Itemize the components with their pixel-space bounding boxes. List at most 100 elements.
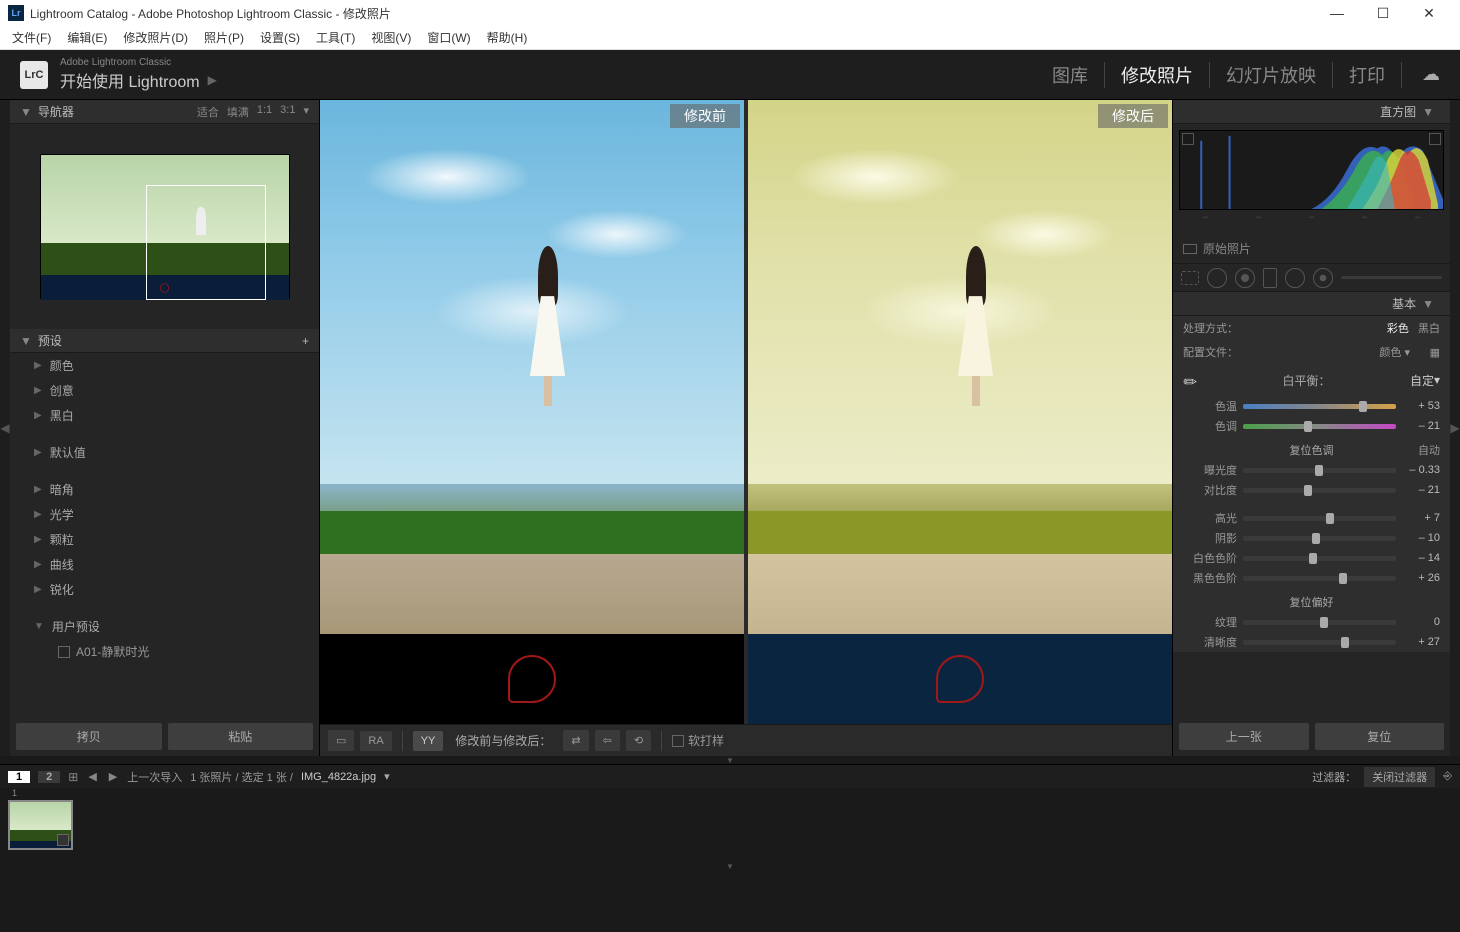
contrast-slider[interactable] bbox=[1243, 488, 1396, 493]
histogram[interactable]: −−−−− bbox=[1173, 124, 1450, 234]
menu-photo[interactable]: 照片(P) bbox=[196, 27, 252, 48]
filename-dropdown-icon[interactable]: ▾ bbox=[384, 770, 390, 783]
left-collapse-handle[interactable]: ◀ bbox=[0, 100, 10, 756]
zoom-1to1[interactable]: 1:1 bbox=[257, 104, 272, 120]
contrast-value[interactable]: – 21 bbox=[1402, 484, 1440, 496]
shadows-value[interactable]: – 10 bbox=[1402, 532, 1440, 544]
tint-slider[interactable] bbox=[1243, 424, 1396, 429]
whites-slider[interactable] bbox=[1243, 556, 1396, 561]
whites-value[interactable]: – 14 bbox=[1402, 552, 1440, 564]
highlights-value[interactable]: + 7 bbox=[1402, 512, 1440, 524]
exposure-slider[interactable] bbox=[1243, 468, 1396, 473]
copy-button[interactable]: 拷贝 bbox=[16, 723, 162, 750]
brush-size-slider[interactable] bbox=[1341, 276, 1442, 279]
gradient-tool-icon[interactable] bbox=[1263, 268, 1277, 288]
cloud-sync-icon[interactable]: ☁ bbox=[1422, 64, 1440, 85]
preset-group-grain[interactable]: ▶颗粒 bbox=[10, 527, 319, 552]
auto-tone-button[interactable]: 自动 bbox=[1418, 442, 1440, 458]
tint-value[interactable]: – 21 bbox=[1402, 420, 1440, 432]
filmstrip[interactable]: 1 bbox=[0, 788, 1460, 862]
redeye-tool-icon[interactable] bbox=[1235, 268, 1255, 288]
highlights-slider[interactable] bbox=[1243, 516, 1396, 521]
menu-develop[interactable]: 修改照片(D) bbox=[115, 27, 196, 48]
exposure-value[interactable]: – 0.33 bbox=[1402, 464, 1440, 476]
filter-dropdown[interactable]: 关闭过滤器 bbox=[1364, 767, 1435, 787]
highlight-clip-icon[interactable] bbox=[1429, 133, 1441, 145]
preset-group-creative[interactable]: ▶创意 bbox=[10, 378, 319, 403]
zoom-fill[interactable]: 填满 bbox=[227, 104, 249, 120]
profile-dropdown[interactable]: 颜色 ▾ bbox=[1238, 344, 1410, 360]
copy-after-button[interactable]: ⟲ bbox=[626, 730, 651, 751]
filmstrip-thumb[interactable]: 1 bbox=[8, 800, 73, 850]
preset-group-color[interactable]: ▶颜色 bbox=[10, 353, 319, 378]
paste-button[interactable]: 粘贴 bbox=[168, 723, 314, 750]
temp-slider[interactable] bbox=[1243, 404, 1396, 409]
texture-value[interactable]: 0 bbox=[1402, 616, 1440, 628]
presets-header[interactable]: ▼ 预设 + bbox=[10, 329, 319, 353]
monitor-2-button[interactable]: 2 bbox=[38, 771, 60, 783]
preset-user-item[interactable]: A01-静默时光 bbox=[10, 639, 319, 664]
navigator-header[interactable]: ▼ 导航器 适合 填满 1:1 3:1 ▾ bbox=[10, 100, 319, 124]
shadow-clip-icon[interactable] bbox=[1182, 133, 1194, 145]
minimize-button[interactable]: — bbox=[1314, 0, 1360, 26]
menu-settings[interactable]: 设置(S) bbox=[252, 27, 308, 48]
preset-group-defaults[interactable]: ▶默认值 bbox=[10, 440, 319, 465]
histogram-header[interactable]: 直方图 ▼ bbox=[1173, 100, 1450, 124]
menu-tools[interactable]: 工具(T) bbox=[308, 27, 363, 48]
loupe-view-button[interactable]: ▭ bbox=[328, 730, 354, 751]
clarity-value[interactable]: + 27 bbox=[1402, 636, 1440, 648]
profile-browser-icon[interactable]: ▦ bbox=[1410, 346, 1440, 359]
yy-button[interactable]: YY bbox=[413, 731, 444, 751]
menu-edit[interactable]: 编辑(E) bbox=[59, 27, 115, 48]
basic-header[interactable]: 基本 ▼ bbox=[1173, 292, 1450, 316]
source-label[interactable]: 上一次导入 bbox=[127, 769, 182, 785]
blacks-slider[interactable] bbox=[1243, 576, 1396, 581]
monitor-1-button[interactable]: 1 bbox=[8, 771, 30, 783]
preset-group-sharpen[interactable]: ▶锐化 bbox=[10, 577, 319, 602]
eyedropper-icon[interactable]: ✎ bbox=[1179, 366, 1207, 394]
before-pane[interactable]: 修改前 bbox=[320, 100, 744, 724]
zoom-more-icon[interactable]: ▾ bbox=[303, 104, 309, 120]
softproof-toggle[interactable]: 软打样 bbox=[672, 732, 724, 749]
add-preset-icon[interactable]: + bbox=[302, 334, 309, 348]
previous-button[interactable]: 上一张 bbox=[1179, 723, 1309, 750]
module-library[interactable]: 图库 bbox=[1036, 62, 1105, 88]
spot-tool-icon[interactable] bbox=[1207, 268, 1227, 288]
clarity-slider[interactable] bbox=[1243, 640, 1396, 645]
zoom-3to1[interactable]: 3:1 bbox=[280, 104, 295, 120]
brush-tool-icon[interactable] bbox=[1313, 268, 1333, 288]
module-print[interactable]: 打印 bbox=[1333, 62, 1402, 88]
preset-group-optics[interactable]: ▶光学 bbox=[10, 502, 319, 527]
shadows-slider[interactable] bbox=[1243, 536, 1396, 541]
navigator-frame[interactable] bbox=[146, 185, 266, 300]
treatment-bw[interactable]: 黑白 bbox=[1418, 323, 1440, 335]
nav-forward-icon[interactable]: ▶ bbox=[107, 770, 119, 783]
menu-view[interactable]: 视图(V) bbox=[363, 27, 419, 48]
filter-lock-icon[interactable]: ⎆ bbox=[1443, 770, 1452, 783]
maximize-button[interactable]: ☐ bbox=[1360, 0, 1406, 26]
header-title[interactable]: 开始使用 Lightroom bbox=[60, 68, 200, 92]
texture-slider[interactable] bbox=[1243, 620, 1396, 625]
preset-group-vignette[interactable]: ▶暗角 bbox=[10, 477, 319, 502]
blacks-value[interactable]: + 26 bbox=[1402, 572, 1440, 584]
navigator-view[interactable]: 〇 bbox=[10, 124, 319, 329]
wb-dropdown[interactable]: 自定 ▾ bbox=[1410, 372, 1440, 389]
module-slideshow[interactable]: 幻灯片放映 bbox=[1210, 62, 1333, 88]
module-develop[interactable]: 修改照片 bbox=[1105, 62, 1210, 88]
menu-window[interactable]: 窗口(W) bbox=[419, 27, 478, 48]
right-collapse-handle[interactable]: ▶ bbox=[1450, 100, 1460, 756]
crop-tool-icon[interactable] bbox=[1181, 271, 1199, 285]
reset-button[interactable]: 复位 bbox=[1315, 723, 1445, 750]
menu-file[interactable]: 文件(F) bbox=[4, 27, 59, 48]
copy-before-button[interactable]: ⇦ bbox=[595, 730, 620, 751]
treatment-color[interactable]: 彩色 bbox=[1387, 323, 1409, 335]
bottom-collapse-handle[interactable]: ▼ bbox=[0, 756, 1460, 764]
radial-tool-icon[interactable] bbox=[1285, 268, 1305, 288]
after-pane[interactable]: 修改后 bbox=[748, 100, 1172, 724]
original-photo-toggle[interactable]: 原始照片 bbox=[1173, 234, 1450, 264]
filmstrip-collapse-handle[interactable]: ▼ bbox=[0, 862, 1460, 870]
nav-back-icon[interactable]: ◀ bbox=[86, 770, 98, 783]
zoom-fit[interactable]: 适合 bbox=[197, 104, 219, 120]
preset-group-bw[interactable]: ▶黑白 bbox=[10, 403, 319, 428]
menu-help[interactable]: 帮助(H) bbox=[479, 27, 536, 48]
